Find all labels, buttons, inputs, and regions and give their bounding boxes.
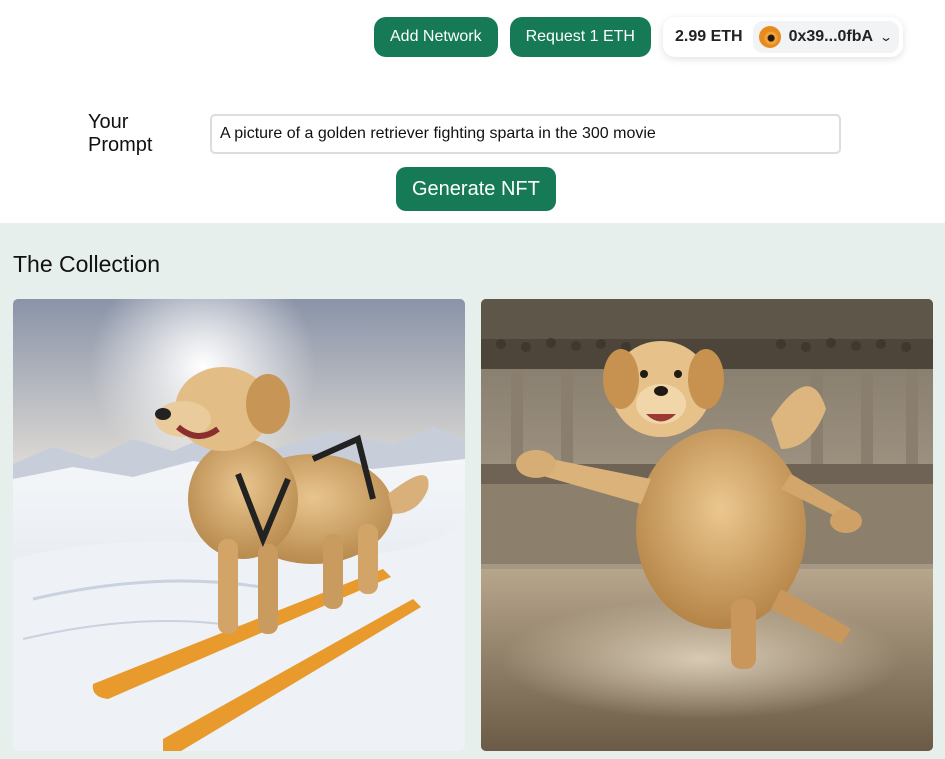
generate-nft-button[interactable]: Generate NFT [396, 167, 556, 211]
wallet-balance: 2.99 ETH [674, 28, 743, 45]
wallet-widget[interactable]: 2.99 ETH 0x39...0fbA ⌄ [662, 17, 904, 57]
arena-dog-picture [481, 299, 933, 751]
nft-image-skiing-dog[interactable] [13, 299, 465, 751]
prompt-row: Your Prompt [88, 111, 841, 157]
generate-row: Generate NFT [396, 167, 556, 211]
prompt-label: Your Prompt [88, 111, 153, 156]
top-bar: Add Network Request 1 ETH 2.99 ETH 0x39.… [374, 17, 904, 57]
collection-section: The Collection [0, 223, 945, 759]
collection-title: The Collection [13, 251, 161, 277]
request-eth-button[interactable]: Request 1 ETH [509, 17, 651, 57]
account-avatar [758, 26, 781, 48]
add-network-button[interactable]: Add Network [374, 17, 498, 57]
prompt-input[interactable] [210, 114, 841, 154]
nft-image-arena-dog[interactable] [481, 299, 933, 751]
chevron-down-icon: ⌄ [879, 30, 894, 44]
skiing-dog-picture [13, 299, 465, 751]
account-button[interactable]: 0x39...0fbA ⌄ [752, 21, 900, 53]
wallet-address: 0x39...0fbA [788, 28, 874, 45]
nft-grid [13, 299, 933, 751]
